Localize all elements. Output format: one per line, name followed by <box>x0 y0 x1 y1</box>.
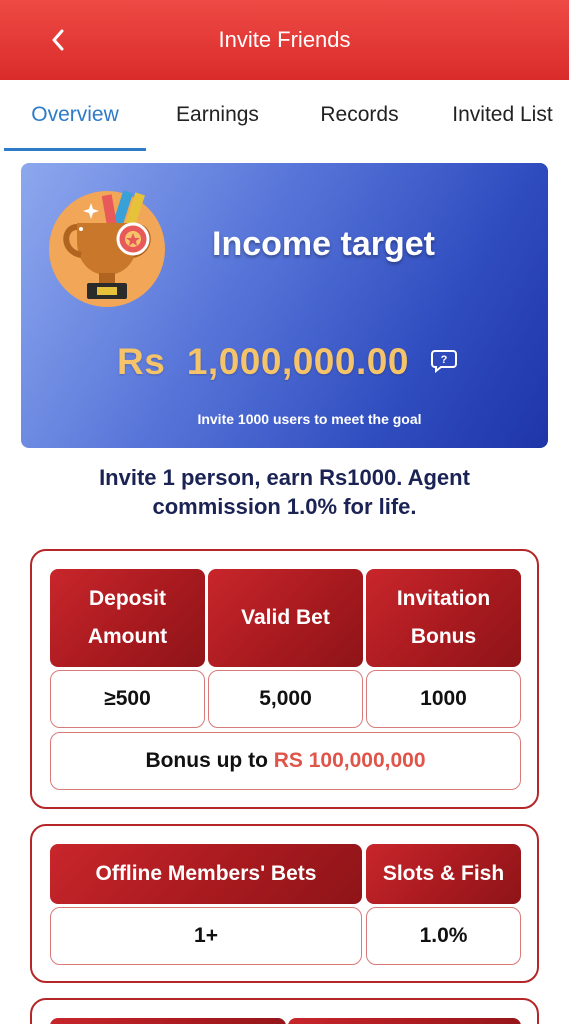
header-invitation-bonus-line-1: Invitation <box>396 587 491 610</box>
page-title: Invite Friends <box>218 27 351 52</box>
income-target-title: Income target <box>212 225 435 263</box>
trophy-icon <box>49 190 165 307</box>
header-deposit-amount-line-1: Deposit <box>88 587 166 610</box>
income-target-card: Income target Rs 1,000,000.00 ? Invite 1… <box>21 163 548 448</box>
value-invitation-bonus: 1000 <box>366 670 521 728</box>
header-invitation-bonus-line-2: Bonus <box>410 625 477 648</box>
tab-bar: Overview Earnings Records Invited List <box>0 80 569 152</box>
active-tab-indicator <box>4 148 146 151</box>
next-table-header-right <box>288 1018 521 1024</box>
value-slots-fish: 1.0% <box>366 907 521 965</box>
invite-headline-line-2: commission 1.0% for life. <box>152 494 417 519</box>
bonus-up-to-label: Bonus up to <box>145 749 274 772</box>
value-deposit-amount: ≥500 <box>50 670 205 728</box>
invite-headline-line-1: Invite 1 person, earn Rs1000. Agent <box>99 465 470 490</box>
value-valid-bet: 5,000 <box>208 670 363 728</box>
header-invitation-bonus: Invitation Bonus <box>366 569 521 667</box>
header-slots-fish: Slots & Fish <box>366 844 521 904</box>
tab-earnings[interactable]: Earnings <box>150 80 285 152</box>
bonus-up-to-row: Bonus up to RS 100,000,000 <box>50 732 521 790</box>
income-target-amount: Rs 1,000,000.00 <box>117 341 409 382</box>
back-button[interactable] <box>40 22 76 58</box>
svg-text:?: ? <box>441 354 448 366</box>
tab-records[interactable]: Records <box>292 80 427 152</box>
commission-table: Offline Members' Bets Slots & Fish 1+ 1.… <box>30 824 539 983</box>
question-bubble-icon[interactable]: ? <box>431 349 457 373</box>
header-valid-bet: Valid Bet <box>208 569 363 667</box>
next-table-partial <box>30 998 539 1024</box>
chevron-left-icon <box>52 29 64 51</box>
invite-bonus-table: Deposit Amount Valid Bet Invitation Bonu… <box>30 549 539 809</box>
value-offline-members-bets: 1+ <box>50 907 362 965</box>
top-bar: Invite Friends <box>0 0 569 80</box>
header-deposit-amount: Deposit Amount <box>50 569 205 667</box>
header-deposit-amount-line-2: Amount <box>87 625 168 648</box>
next-table-header-left <box>50 1018 286 1024</box>
tab-invited-list[interactable]: Invited List <box>436 80 569 152</box>
invite-headline: Invite 1 person, earn Rs1000. Agent comm… <box>30 463 539 521</box>
tab-overview[interactable]: Overview <box>4 80 146 152</box>
header-offline-members-bets: Offline Members' Bets <box>50 844 362 904</box>
income-target-subtitle: Invite 1000 users to meet the goal <box>197 411 422 427</box>
bonus-up-to-amount: RS 100,000,000 <box>273 749 426 772</box>
